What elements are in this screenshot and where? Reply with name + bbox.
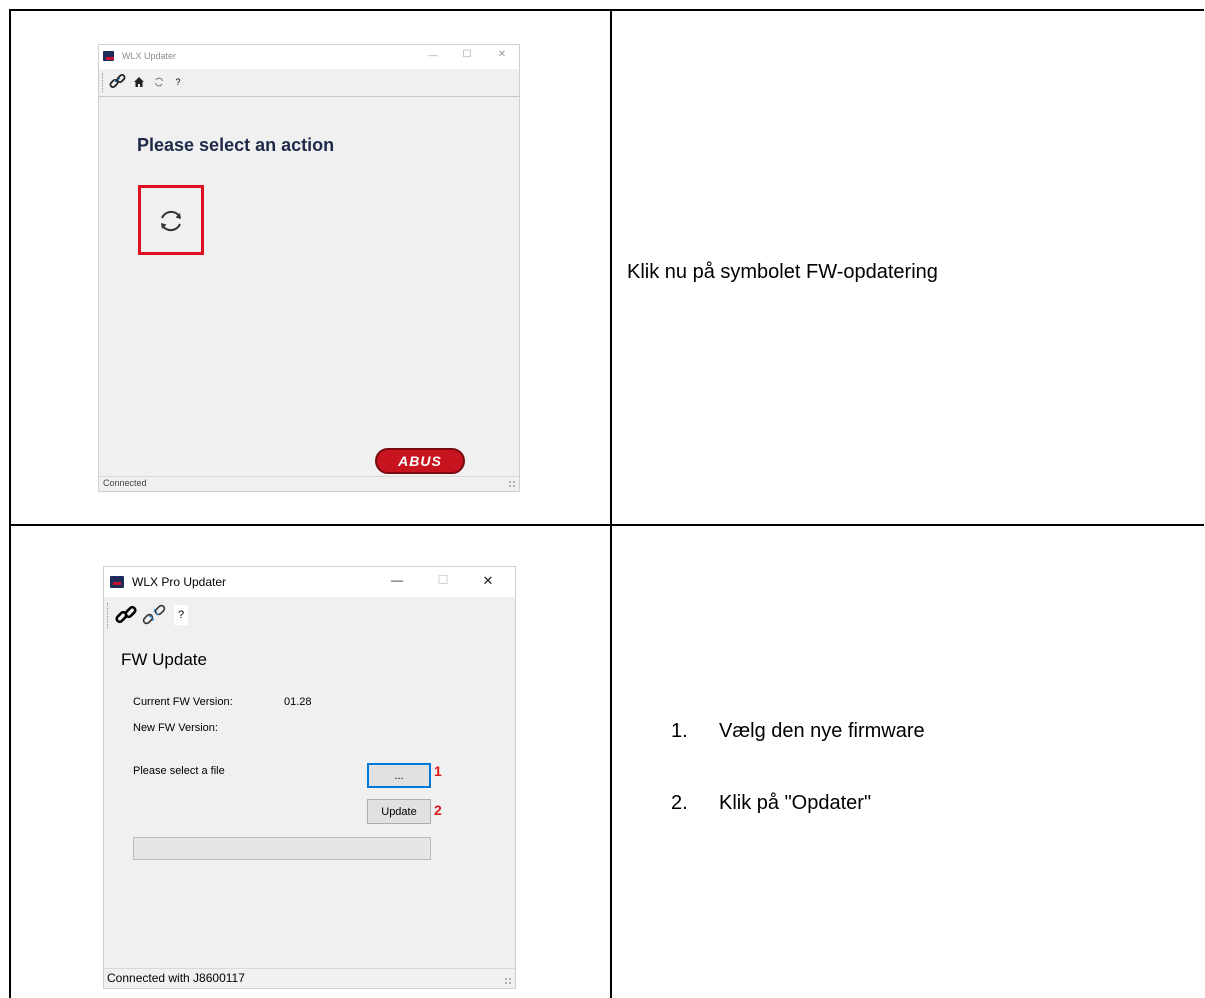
maximize-button[interactable]: ☐ <box>434 573 452 587</box>
step-2-text: Klik på "Opdater" <box>719 792 872 814</box>
table-border-left <box>9 9 11 998</box>
refresh-icon[interactable] <box>151 73 167 91</box>
window-title: WLX Pro Updater <box>132 575 227 589</box>
step-2-number: 2. <box>671 792 688 814</box>
link-icon[interactable] <box>107 71 129 93</box>
help-label: ? <box>177 609 185 621</box>
highlight-box <box>138 185 204 255</box>
toolbar-grip <box>102 73 105 93</box>
help-button[interactable]: ? <box>174 605 188 625</box>
connect-icon[interactable] <box>113 601 139 629</box>
home-icon[interactable] <box>131 73 147 91</box>
update-button[interactable]: Update <box>367 799 431 824</box>
browse-button[interactable]: ... <box>367 763 431 788</box>
abus-logo: ABUS <box>375 448 465 474</box>
title-bar: WLX Updater — ☐ ✕ <box>99 45 519 69</box>
abus-logo-text: ABUS <box>398 453 442 469</box>
status-bar: Connected <box>99 476 519 491</box>
maximize-button[interactable]: ☐ <box>459 49 475 60</box>
wlx-updater-window: WLX Updater — ☐ ✕ ? Please select an act… <box>98 44 520 492</box>
status-bar: Connected with J8600117 <box>104 968 515 988</box>
step-1-text: Vælg den nye firmware <box>719 720 925 742</box>
marker-2: 2 <box>434 802 442 818</box>
minimize-button[interactable]: — <box>388 573 406 587</box>
window-title: WLX Updater <box>122 51 177 61</box>
status-text: Connected <box>103 478 147 488</box>
disconnect-icon[interactable] <box>141 601 167 629</box>
wlx-pro-updater-window: WLX Pro Updater — ☐ ✕ ? FW Update Curren… <box>103 566 516 989</box>
step-1-number: 1. <box>671 720 688 742</box>
instruction-text: Klik nu på symbolet FW-opdatering <box>627 261 938 283</box>
toolbar: ? <box>99 69 519 97</box>
table-border-center <box>610 9 612 998</box>
table-border-middle <box>9 524 1204 526</box>
marker-1: 1 <box>434 763 442 779</box>
current-fw-value: 01.28 <box>284 696 312 708</box>
table-border-top <box>9 9 1204 11</box>
close-button[interactable]: ✕ <box>494 49 510 60</box>
select-file-label: Please select a file <box>133 765 225 777</box>
fw-update-heading: FW Update <box>121 650 207 669</box>
new-fw-label: New FW Version: <box>133 722 218 734</box>
help-label: ? <box>175 77 181 87</box>
resize-grip[interactable] <box>504 977 512 985</box>
toolbar: ? <box>104 597 515 633</box>
toolbar-grip <box>107 603 110 629</box>
app-icon <box>110 576 124 588</box>
app-icon <box>103 51 114 61</box>
close-button[interactable]: ✕ <box>479 573 497 589</box>
status-text: Connected with J8600117 <box>107 971 245 985</box>
minimize-button[interactable]: — <box>425 50 441 60</box>
progress-bar <box>133 837 431 860</box>
title-bar: WLX Pro Updater — ☐ ✕ <box>104 567 515 597</box>
resize-grip[interactable] <box>508 480 516 488</box>
help-button[interactable]: ? <box>171 73 185 91</box>
select-action-heading: Please select an action <box>137 135 335 155</box>
current-fw-label: Current FW Version: <box>133 696 233 708</box>
